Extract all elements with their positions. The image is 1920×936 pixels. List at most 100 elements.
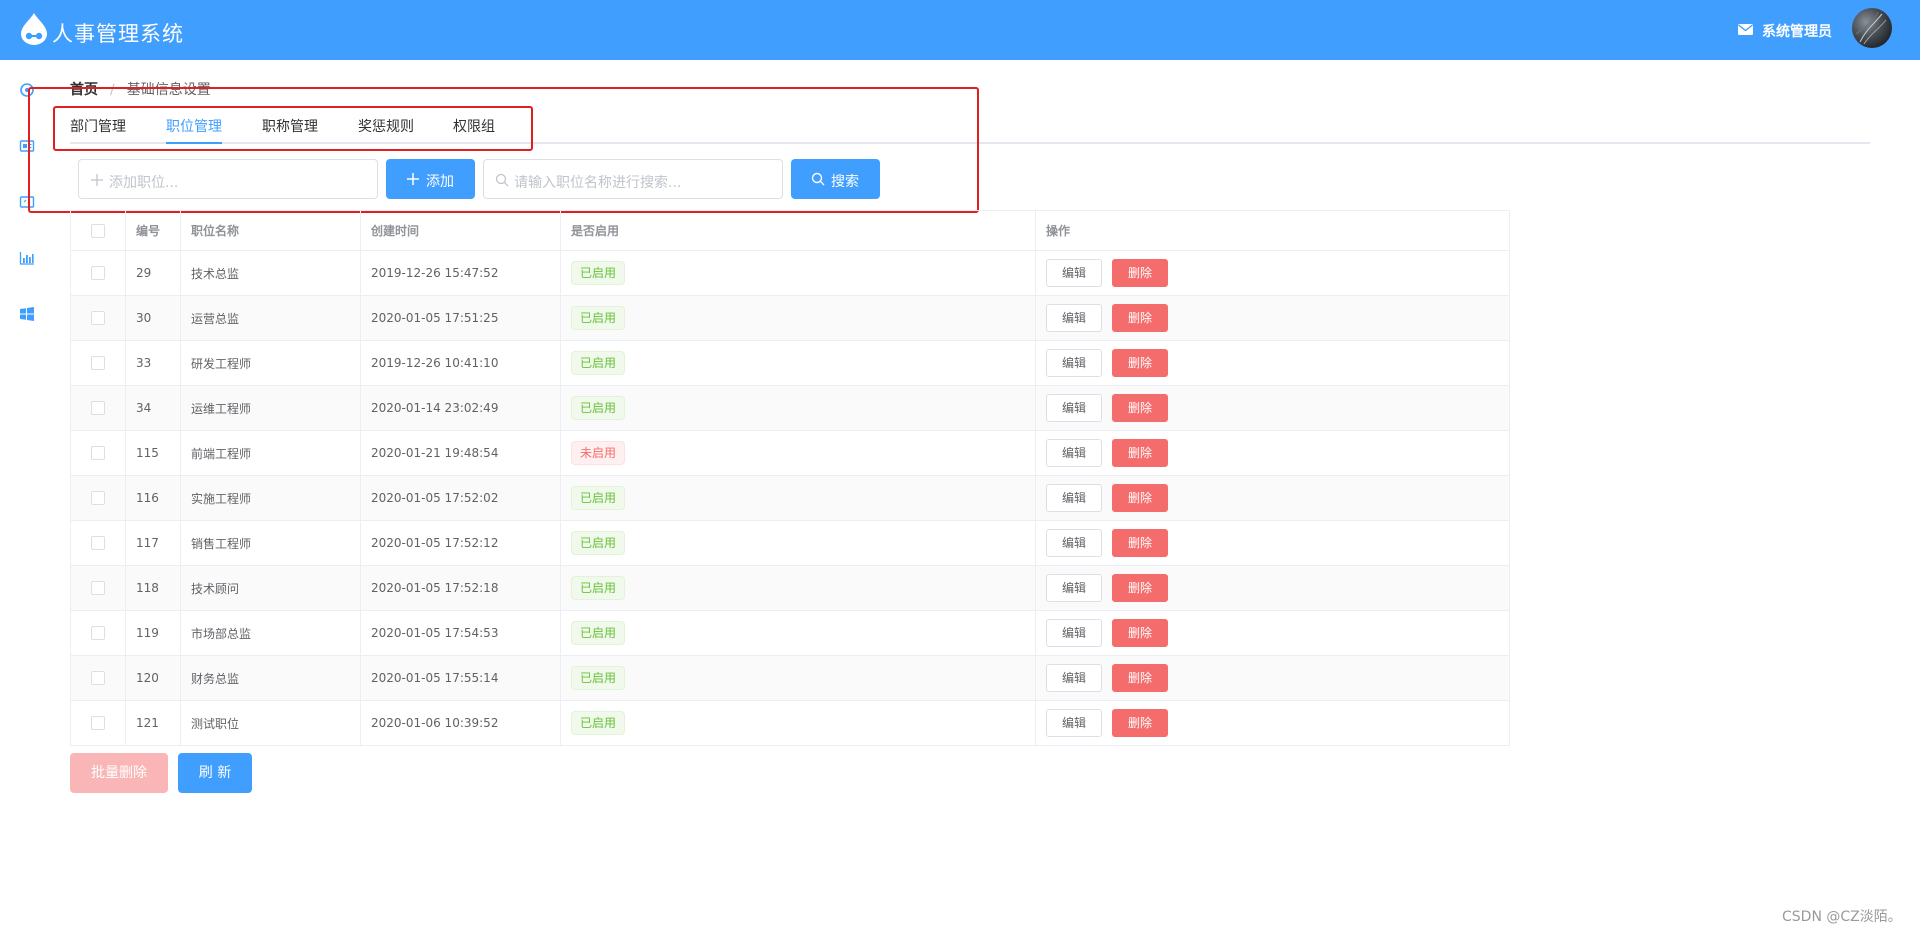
delete-button[interactable]: 删除 bbox=[1112, 439, 1168, 467]
windows-icon[interactable] bbox=[19, 306, 35, 322]
position-id: 34 bbox=[126, 386, 181, 430]
column-header-id: 编号 bbox=[126, 211, 181, 250]
status-cell: 已启用 bbox=[561, 386, 1036, 430]
row-select-cell bbox=[71, 251, 126, 295]
delete-button[interactable]: 删除 bbox=[1112, 349, 1168, 377]
edit-button[interactable]: 编辑 bbox=[1046, 259, 1102, 287]
column-header-enabled: 是否启用 bbox=[561, 211, 1036, 250]
select-all-checkbox[interactable] bbox=[91, 223, 105, 238]
row-checkbox[interactable] bbox=[91, 356, 105, 370]
position-name: 财务总监 bbox=[181, 656, 361, 700]
delete-button[interactable]: 删除 bbox=[1112, 574, 1168, 602]
edit-button[interactable]: 编辑 bbox=[1046, 529, 1102, 557]
breadcrumb: 首页 / 基础信息设置 bbox=[70, 79, 211, 99]
position-name: 测试职位 bbox=[181, 701, 361, 745]
delete-button[interactable]: 删除 bbox=[1112, 529, 1168, 557]
status-cell: 已启用 bbox=[561, 701, 1036, 745]
position-id: 118 bbox=[126, 566, 181, 610]
bar-chart-icon[interactable] bbox=[19, 250, 35, 266]
created-time: 2020-01-05 17:52:18 bbox=[361, 566, 561, 610]
row-checkbox[interactable] bbox=[91, 626, 105, 640]
edit-button[interactable]: 编辑 bbox=[1046, 574, 1102, 602]
table-row: 29 技术总监 2019-12-26 15:47:52 已启用 编辑 删除 bbox=[71, 251, 1509, 296]
breadcrumb-separator: / bbox=[110, 82, 115, 98]
row-checkbox[interactable] bbox=[91, 536, 105, 550]
tab-position[interactable]: 职位管理 bbox=[166, 116, 222, 136]
row-select-cell bbox=[71, 476, 126, 520]
position-id: 119 bbox=[126, 611, 181, 655]
row-select-cell bbox=[71, 656, 126, 700]
avatar[interactable] bbox=[1852, 8, 1892, 48]
row-checkbox[interactable] bbox=[91, 671, 105, 685]
tab-title[interactable]: 职称管理 bbox=[262, 116, 318, 136]
refresh-button[interactable]: 刷 新 bbox=[178, 753, 252, 793]
delete-button[interactable]: 删除 bbox=[1112, 709, 1168, 737]
position-name: 前端工程师 bbox=[181, 431, 361, 475]
actions-cell: 编辑 删除 bbox=[1036, 521, 1511, 565]
breadcrumb-home[interactable]: 首页 bbox=[70, 82, 98, 98]
position-id: 29 bbox=[126, 251, 181, 295]
status-cell: 已启用 bbox=[561, 476, 1036, 520]
circle-icon[interactable] bbox=[19, 82, 35, 98]
envelope-icon[interactable] bbox=[1738, 24, 1753, 35]
card-icon[interactable] bbox=[19, 138, 35, 154]
edit-button[interactable]: 编辑 bbox=[1046, 619, 1102, 647]
row-checkbox[interactable] bbox=[91, 491, 105, 505]
status-cell: 未启用 bbox=[561, 431, 1036, 475]
column-header-actions: 操作 bbox=[1046, 224, 1071, 238]
position-name: 市场部总监 bbox=[181, 611, 361, 655]
status-cell: 已启用 bbox=[561, 251, 1036, 295]
actions-cell: 编辑 删除 bbox=[1036, 251, 1511, 295]
edit-button[interactable]: 编辑 bbox=[1046, 394, 1102, 422]
table-row: 117 销售工程师 2020-01-05 17:52:12 已启用 编辑 删除 bbox=[71, 521, 1509, 566]
actions-cell: 编辑 删除 bbox=[1036, 386, 1511, 430]
edit-button[interactable]: 编辑 bbox=[1046, 304, 1102, 332]
tab-department[interactable]: 部门管理 bbox=[70, 116, 126, 136]
delete-button[interactable]: 删除 bbox=[1112, 304, 1168, 332]
row-select-cell bbox=[71, 431, 126, 475]
actions-cell: 编辑 删除 bbox=[1036, 476, 1511, 520]
table-body: 29 技术总监 2019-12-26 15:47:52 已启用 编辑 删除 30 运营总监 20… bbox=[71, 251, 1509, 746]
search-placeholder: 请输入职位名称进行搜索... bbox=[514, 175, 682, 191]
row-select-cell bbox=[71, 611, 126, 655]
position-name: 运营总监 bbox=[181, 296, 361, 340]
tab-permission-group[interactable]: 权限组 bbox=[453, 116, 495, 136]
created-time: 2019-12-26 15:47:52 bbox=[361, 251, 561, 295]
delete-button[interactable]: 删除 bbox=[1112, 484, 1168, 512]
add-position-input[interactable]: 添加职位... bbox=[78, 159, 378, 199]
delete-button[interactable]: 删除 bbox=[1112, 259, 1168, 287]
row-checkbox[interactable] bbox=[91, 401, 105, 415]
row-checkbox[interactable] bbox=[91, 446, 105, 460]
row-checkbox[interactable] bbox=[91, 716, 105, 730]
column-header-created: 创建时间 bbox=[361, 211, 561, 250]
row-checkbox[interactable] bbox=[91, 266, 105, 280]
status-cell: 已启用 bbox=[561, 341, 1036, 385]
edit-button[interactable]: 编辑 bbox=[1046, 484, 1102, 512]
status-cell: 已启用 bbox=[561, 566, 1036, 610]
delete-button[interactable]: 删除 bbox=[1112, 394, 1168, 422]
drop-logo-icon[interactable] bbox=[18, 12, 50, 46]
status-badge: 已启用 bbox=[571, 486, 626, 510]
tab-reward-rules[interactable]: 奖惩规则 bbox=[358, 116, 414, 136]
screen-icon[interactable] bbox=[19, 194, 35, 210]
row-checkbox[interactable] bbox=[91, 581, 105, 595]
delete-button[interactable]: 删除 bbox=[1112, 664, 1168, 692]
status-badge: 已启用 bbox=[571, 711, 626, 735]
edit-button[interactable]: 编辑 bbox=[1046, 439, 1102, 467]
search-button[interactable]: 搜索 bbox=[791, 159, 880, 199]
delete-button[interactable]: 删除 bbox=[1112, 619, 1168, 647]
position-name: 技术总监 bbox=[181, 251, 361, 295]
edit-button[interactable]: 编辑 bbox=[1046, 664, 1102, 692]
search-input[interactable]: 请输入职位名称进行搜索... bbox=[483, 159, 783, 199]
position-id: 115 bbox=[126, 431, 181, 475]
row-checkbox[interactable] bbox=[91, 311, 105, 325]
edit-button[interactable]: 编辑 bbox=[1046, 709, 1102, 737]
status-badge: 已启用 bbox=[571, 621, 626, 645]
search-button-label: 搜索 bbox=[831, 174, 859, 190]
edit-button[interactable]: 编辑 bbox=[1046, 349, 1102, 377]
status-badge: 已启用 bbox=[571, 306, 626, 330]
add-button[interactable]: 添加 bbox=[386, 159, 475, 199]
admin-name[interactable]: 系统管理员 bbox=[1762, 21, 1832, 41]
batch-delete-button[interactable]: 批量删除 bbox=[70, 753, 168, 793]
status-badge: 已启用 bbox=[571, 576, 626, 600]
